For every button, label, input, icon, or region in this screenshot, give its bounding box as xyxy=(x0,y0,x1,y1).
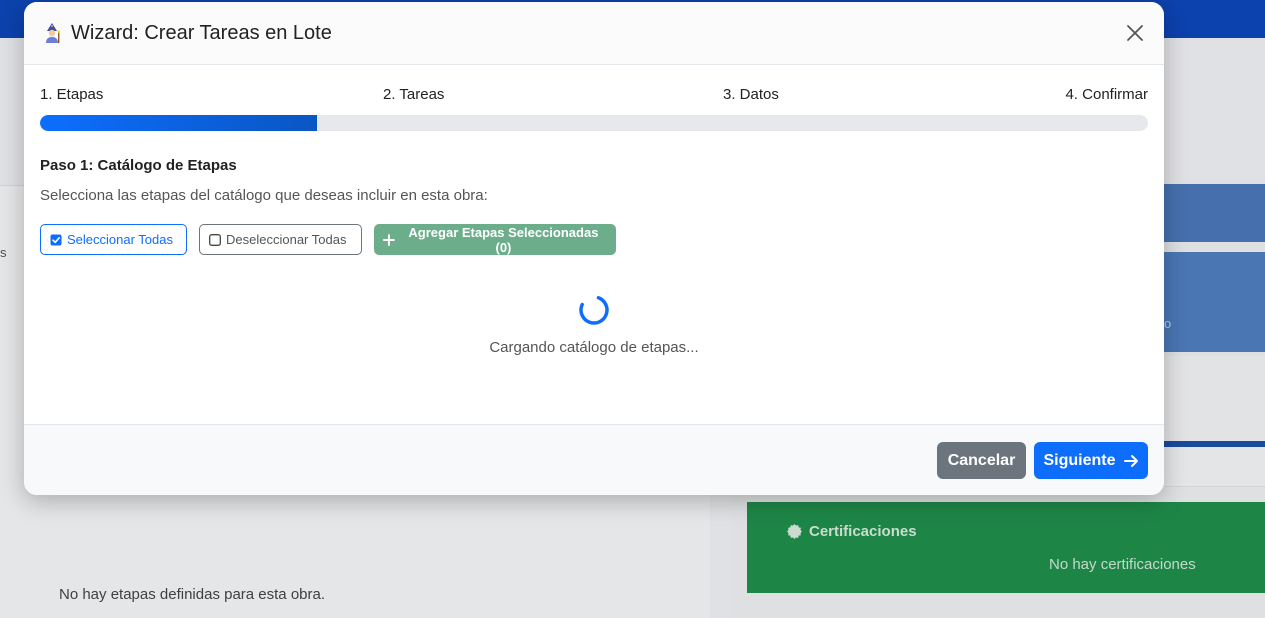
modal-header: Wizard: Crear Tareas en Lote xyxy=(24,2,1164,65)
select-all-button[interactable]: Seleccionar Todas xyxy=(40,224,187,255)
wizard-steps: 1. Etapas 2. Tareas 3. Datos 4. Confirma… xyxy=(40,65,1148,113)
add-selected-label: Agregar Etapas Seleccionadas (0) xyxy=(408,224,599,255)
modal-footer: Cancelar Siguiente xyxy=(24,424,1164,495)
wizard-progress-bar xyxy=(40,115,1148,131)
step-etapas: 1. Etapas xyxy=(40,86,104,103)
step-tareas: 2. Tareas xyxy=(383,86,445,103)
arrow-right-icon xyxy=(1123,454,1138,467)
plus-icon xyxy=(383,233,395,246)
close-button[interactable] xyxy=(1123,21,1147,45)
step-confirmar: 4. Confirmar xyxy=(1065,86,1148,103)
deselect-all-label: Deseleccionar Todas xyxy=(226,232,347,247)
add-selected-stages-button[interactable]: Agregar Etapas Seleccionadas (0) xyxy=(374,224,616,255)
modal-title: Wizard: Crear Tareas en Lote xyxy=(41,22,332,45)
checked-checkbox-icon xyxy=(50,234,62,245)
wizard-icon xyxy=(46,23,61,43)
step-datos: 3. Datos xyxy=(723,86,779,103)
next-label: Siguiente xyxy=(1043,451,1116,469)
close-icon xyxy=(1127,25,1143,41)
loading-text: Cargando catálogo de etapas... xyxy=(489,339,699,356)
select-all-label: Seleccionar Todas xyxy=(67,232,173,247)
empty-checkbox-icon xyxy=(209,233,221,246)
stage-action-buttons: Seleccionar Todas Deseleccionar Todas Ag… xyxy=(40,224,616,255)
batch-tasks-wizard-modal: Wizard: Crear Tareas en Lote 1. Etapas 2… xyxy=(24,2,1164,495)
next-button[interactable]: Siguiente xyxy=(1034,442,1148,479)
deselect-all-button[interactable]: Deseleccionar Todas xyxy=(199,224,362,255)
step-description: Selecciona las etapas del catálogo que d… xyxy=(40,187,488,204)
wizard-progress-fill xyxy=(40,115,317,131)
loading-spinner-icon xyxy=(579,295,609,325)
cancel-button[interactable]: Cancelar xyxy=(937,442,1026,479)
modal-title-text: Wizard: Crear Tareas en Lote xyxy=(71,21,332,44)
step-heading: Paso 1: Catálogo de Etapas xyxy=(40,157,237,174)
